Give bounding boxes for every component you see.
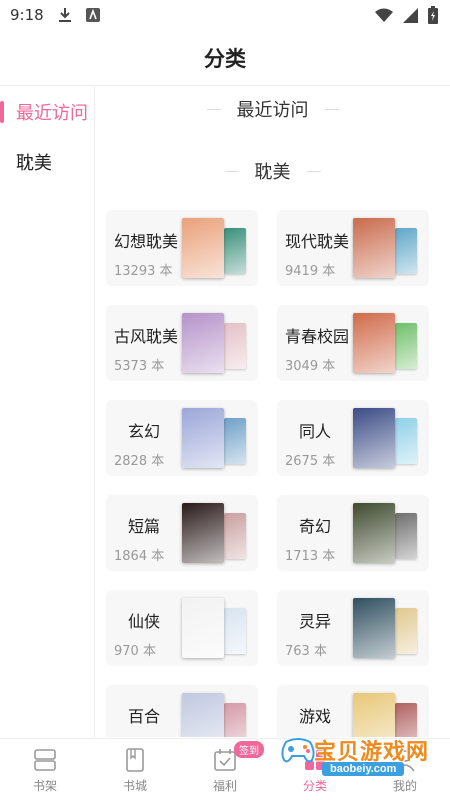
bookshelf-icon bbox=[32, 747, 58, 773]
book-cover-back bbox=[395, 228, 417, 274]
page-title: 分类 bbox=[204, 46, 246, 71]
title-divider bbox=[224, 170, 239, 172]
status-bar: 9:18 bbox=[0, 0, 450, 30]
book-cover-back bbox=[395, 418, 417, 464]
category-count: 5373 本 bbox=[114, 359, 165, 374]
app-icon bbox=[85, 8, 100, 22]
category-card[interactable]: 同人 2675 本 bbox=[277, 400, 429, 476]
category-card[interactable]: 现代耽美 9419 本 bbox=[277, 210, 429, 286]
profile-icon bbox=[392, 747, 418, 773]
sidebar-item-label: 最近访问 bbox=[16, 103, 88, 124]
nav-item-profile[interactable]: 我的 bbox=[360, 739, 450, 800]
category-name: 青春校园 bbox=[285, 327, 350, 346]
category-content: 最近访问 耽美 幻想耽美 13293 本 现代耽美 9419 本 古风耽美 53… bbox=[95, 87, 450, 737]
book-cover-front bbox=[182, 503, 224, 563]
book-cover-back bbox=[224, 513, 246, 559]
status-time: 9:18 bbox=[10, 6, 44, 24]
book-cover-front bbox=[182, 598, 224, 658]
category-card[interactable]: 青春校园 3049 本 bbox=[277, 305, 429, 381]
category-name: 幻想耽美 bbox=[114, 232, 179, 251]
category-name: 现代耽美 bbox=[285, 232, 350, 251]
book-cover-front bbox=[182, 218, 224, 278]
category-name: 奇幻 bbox=[299, 517, 332, 536]
sidebar-item-danmei[interactable]: 耽美 bbox=[0, 137, 94, 187]
book-cover-back bbox=[224, 608, 246, 654]
category-count: 763 本 bbox=[285, 644, 327, 659]
book-cover-back bbox=[395, 323, 417, 369]
category-card[interactable]: 游戏 bbox=[277, 685, 429, 737]
title-divider bbox=[206, 108, 221, 110]
book-cover-front bbox=[353, 503, 395, 563]
book-cover-front bbox=[182, 693, 224, 737]
category-card[interactable]: 古风耽美 5373 本 bbox=[106, 305, 258, 381]
category-sidebar: 最近访问 耽美 bbox=[0, 87, 95, 737]
book-cover-front bbox=[353, 693, 395, 737]
signal-icon bbox=[403, 7, 418, 27]
book-cover-front bbox=[353, 313, 395, 373]
bookstore-icon bbox=[122, 747, 148, 773]
section-title-text: 耽美 bbox=[254, 162, 291, 183]
nav-label: 分类 bbox=[302, 779, 327, 793]
book-cover-back bbox=[395, 513, 417, 559]
category-card[interactable]: 幻想耽美 13293 本 bbox=[106, 210, 258, 286]
sidebar-item-label: 耽美 bbox=[16, 153, 52, 174]
nav-item-bookshelf[interactable]: 书架 bbox=[0, 739, 90, 800]
category-card[interactable]: 玄幻 2828 本 bbox=[106, 400, 258, 476]
title-divider bbox=[324, 108, 339, 110]
category-name: 同人 bbox=[299, 422, 332, 441]
book-cover-front bbox=[182, 313, 224, 373]
wifi-icon bbox=[375, 8, 393, 26]
sidebar-item-recent[interactable]: 最近访问 bbox=[0, 87, 94, 137]
category-count: 9419 本 bbox=[285, 264, 336, 279]
category-card[interactable]: 仙侠 970 本 bbox=[106, 590, 258, 666]
category-name: 仙侠 bbox=[128, 612, 161, 631]
book-cover-front bbox=[353, 408, 395, 468]
category-name: 玄幻 bbox=[128, 422, 161, 441]
category-card[interactable]: 短篇 1864 本 bbox=[106, 495, 258, 571]
book-cover-front bbox=[353, 598, 395, 658]
category-count: 1864 本 bbox=[114, 549, 165, 564]
nav-item-bookstore[interactable]: 书城 bbox=[90, 739, 180, 800]
battery-icon bbox=[428, 6, 438, 28]
category-name: 百合 bbox=[128, 707, 161, 726]
category-count: 2828 本 bbox=[114, 454, 165, 469]
section-title-recent: 最近访问 bbox=[95, 95, 450, 123]
nav-item-category[interactable]: 分类 bbox=[270, 739, 360, 800]
download-icon bbox=[58, 7, 72, 23]
category-count: 3049 本 bbox=[285, 359, 336, 374]
nav-label: 福利 bbox=[212, 779, 237, 793]
book-cover-back bbox=[395, 608, 417, 654]
book-cover-front bbox=[353, 218, 395, 278]
section-title-text: 最近访问 bbox=[236, 100, 309, 121]
page-header: 分类 bbox=[0, 30, 450, 86]
category-card[interactable]: 奇幻 1713 本 bbox=[277, 495, 429, 571]
book-cover-back bbox=[224, 703, 246, 737]
book-cover-back bbox=[224, 418, 246, 464]
nav-label: 我的 bbox=[392, 779, 417, 793]
book-cover-back bbox=[224, 228, 246, 274]
sign-in-badge[interactable]: 签到 bbox=[234, 741, 264, 758]
category-name: 灵异 bbox=[299, 612, 332, 631]
category-count: 970 本 bbox=[114, 644, 156, 659]
category-icon bbox=[302, 747, 328, 773]
nav-item-welfare[interactable]: 福利 签到 bbox=[180, 739, 270, 800]
book-cover-back bbox=[224, 323, 246, 369]
category-name: 短篇 bbox=[128, 517, 161, 536]
category-card[interactable]: 百合 bbox=[106, 685, 258, 737]
nav-label: 书城 bbox=[122, 779, 147, 793]
section-title-danmei: 耽美 bbox=[95, 157, 450, 185]
category-card[interactable]: 灵异 763 本 bbox=[277, 590, 429, 666]
book-cover-front bbox=[182, 408, 224, 468]
nav-label: 书架 bbox=[32, 779, 57, 793]
category-count: 2675 本 bbox=[285, 454, 336, 469]
category-name: 游戏 bbox=[299, 707, 332, 726]
bottom-nav: 书架 书城 福利 签到 分类 我的 bbox=[0, 738, 450, 800]
category-count: 13293 本 bbox=[114, 264, 173, 279]
category-name: 古风耽美 bbox=[114, 327, 179, 346]
book-cover-back bbox=[395, 703, 417, 737]
category-count: 1713 本 bbox=[285, 549, 336, 564]
title-divider bbox=[306, 170, 321, 172]
